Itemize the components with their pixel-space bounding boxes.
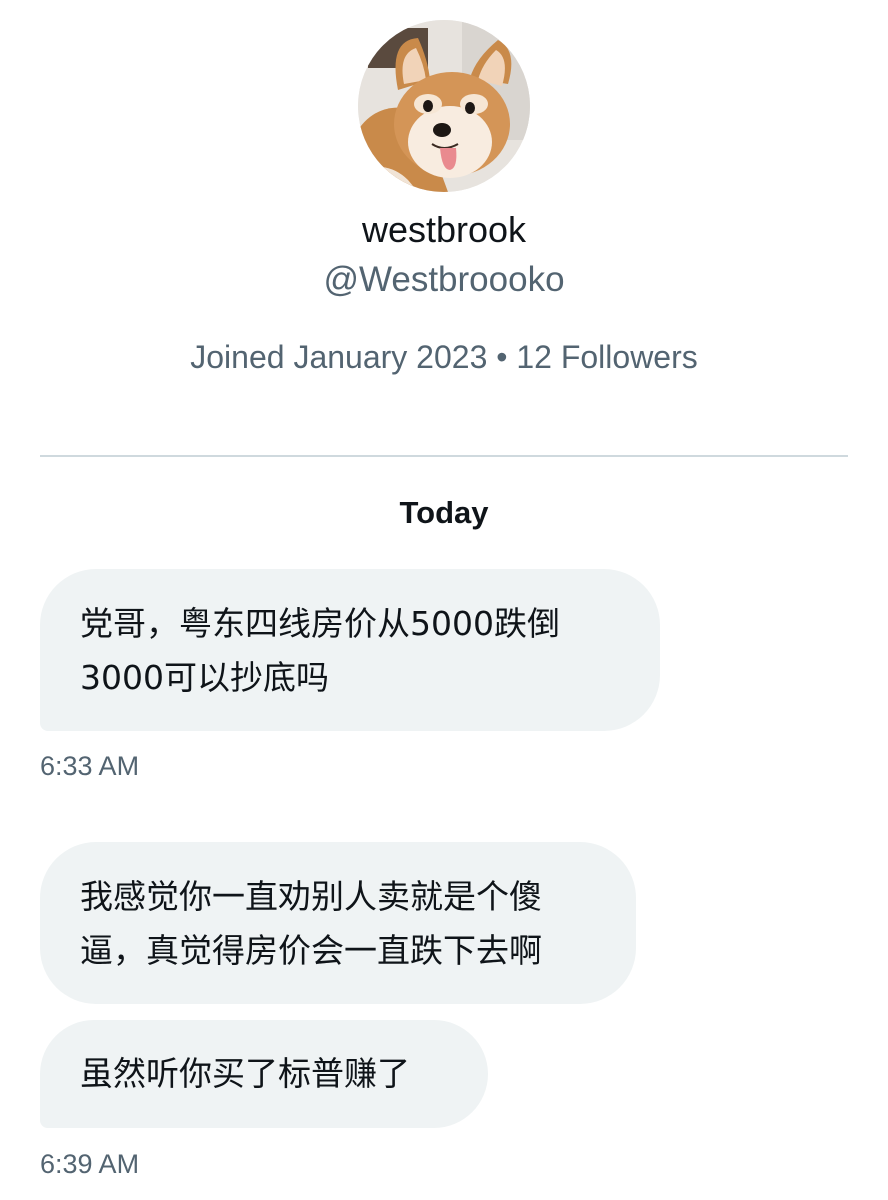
profile-avatar[interactable] [358, 20, 530, 192]
shiba-inu-dog-avatar-icon [358, 20, 530, 192]
divider [40, 455, 848, 457]
message-text-line: 党哥，粤东四线房价从5000跌倒 [80, 604, 560, 643]
profile-display-name[interactable]: westbrook [0, 208, 888, 252]
message-text-line: 逼，真觉得房价会一直跌下去啊 [80, 931, 542, 970]
message-bubble[interactable]: 虽然听你买了标普赚了 [40, 1020, 488, 1128]
message-text-line: 3000可以抄底吗 [80, 658, 329, 697]
message-bubble[interactable]: 我感觉你一直劝别人卖就是个傻 逼，真觉得房价会一直跌下去啊 [40, 842, 636, 1004]
message-timestamp: 6:33 AM [40, 751, 140, 781]
day-separator-label: Today [399, 495, 489, 530]
message-text-line: 我感觉你一直劝别人卖就是个傻 [80, 877, 542, 916]
message-text-line: 虽然听你买了标普赚了 [80, 1054, 410, 1093]
message-bubble[interactable]: 党哥，粤东四线房价从5000跌倒 3000可以抄底吗 [40, 569, 660, 731]
message-timestamp: 6:39 AM [40, 1149, 140, 1179]
profile-meta: Joined January 2023 • 12 Followers [190, 339, 698, 375]
profile-handle[interactable]: @Westbroooko [0, 258, 888, 302]
